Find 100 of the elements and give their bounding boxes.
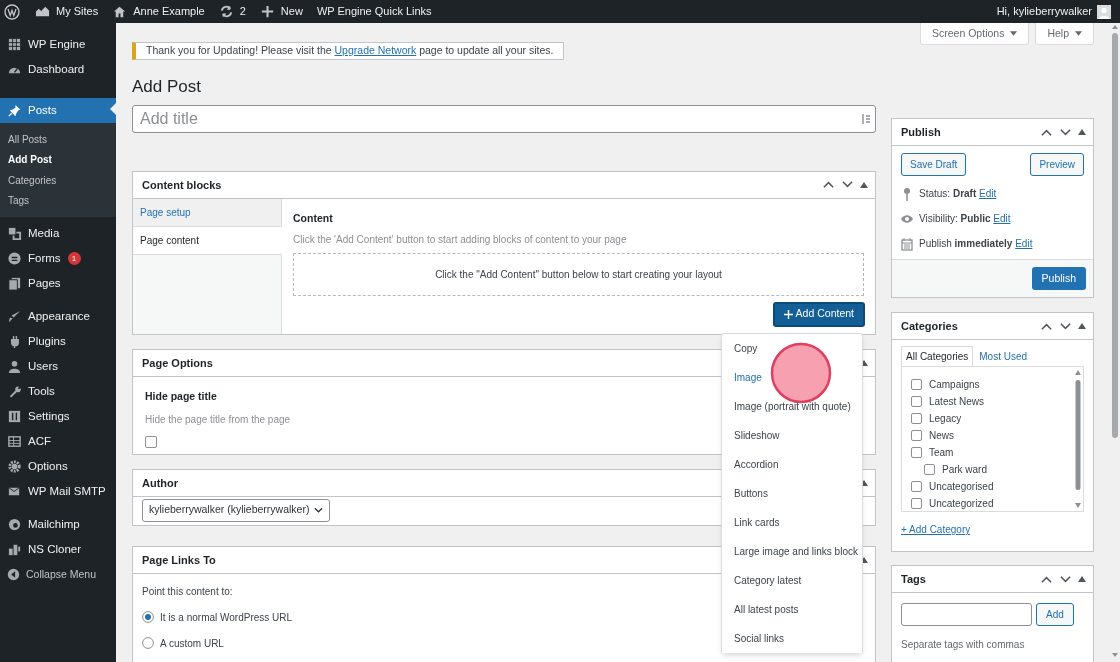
radio-button[interactable] (142, 611, 154, 624)
admin-bar-link[interactable]: Anne Example (133, 3, 205, 20)
edit-link[interactable]: Edit (979, 188, 997, 199)
submenu-item[interactable]: Categories (0, 170, 116, 191)
refresh-icon (218, 4, 234, 19)
panel-title: Page Links To (142, 552, 216, 568)
title-field[interactable]: Add title (132, 104, 876, 133)
menu-item[interactable]: Image (portrait with quote) (722, 391, 862, 421)
menu-item[interactable]: Category latest (722, 565, 862, 595)
menu-item[interactable]: Copy (722, 333, 862, 363)
sidebar-item[interactable]: Pages (0, 271, 116, 296)
checkbox[interactable] (924, 464, 935, 475)
screen-tab-button[interactable]: Screen Options (920, 23, 1030, 45)
collapse-toggle-icon[interactable] (1078, 576, 1086, 582)
publish-setting: Visibility: Public Edit (919, 212, 1011, 226)
checkbox[interactable] (911, 413, 922, 424)
sidebar-item[interactable]: WP Mail SMTP (0, 479, 116, 504)
field-label: Point this content to: (142, 584, 233, 599)
sidebar-item[interactable]: Posts (0, 98, 116, 123)
checkbox[interactable] (911, 379, 922, 390)
menu-item[interactable]: Large image and links block (722, 536, 862, 566)
submenu-item[interactable]: All Posts (0, 129, 116, 150)
edit-link[interactable]: Edit (993, 213, 1011, 224)
caret-icon (1010, 31, 1018, 36)
menu-item[interactable]: Link cards (722, 507, 862, 537)
menu-item[interactable]: Slideshow (722, 420, 862, 450)
radio-button[interactable] (142, 637, 154, 650)
sidebar-item[interactable]: NS Cloner (0, 537, 116, 562)
submenu-item[interactable]: Add Post (0, 149, 116, 170)
edit-link[interactable]: Edit (1015, 238, 1033, 249)
sidebar-item[interactable]: Settings (0, 404, 116, 429)
checkbox[interactable] (911, 396, 922, 407)
page-title: Add Post (132, 75, 201, 98)
user-icon (7, 359, 22, 374)
sidebar-item[interactable]: Users (0, 354, 116, 379)
collapse-menu-button[interactable]: Collapse Menu (0, 562, 116, 587)
user-greeting[interactable]: Hi, kylieberrywalker (996, 3, 1092, 20)
category-label: Campaigns (929, 378, 980, 392)
category-tab[interactable]: All Categories (901, 346, 974, 366)
panel-title: Tags (901, 571, 926, 587)
menu-item[interactable]: Image (722, 362, 862, 392)
field-hint: Click the 'Add Content' button to start adding blocks of content to your page (293, 232, 627, 247)
add-content-button[interactable]: Add Content (772, 301, 865, 327)
checkbox[interactable] (911, 447, 922, 458)
menu-item[interactable]: Buttons (722, 478, 862, 508)
checkbox[interactable] (911, 481, 922, 492)
radio-label: A custom URL (160, 636, 224, 651)
add-category-link[interactable]: + Add Category (901, 522, 971, 537)
sidebar-item[interactable]: Tools (0, 379, 116, 404)
sidebar-item[interactable]: Plugins (0, 329, 116, 354)
collapse-icon (7, 568, 20, 581)
category-label: Latest News (929, 395, 985, 409)
sidebar-item[interactable]: Forms 1 (0, 246, 116, 271)
field-label: Content (293, 210, 333, 226)
admin-bar-link[interactable]: 2 (239, 3, 246, 20)
preview-button[interactable]: Preview (1030, 153, 1084, 176)
checkbox[interactable] (145, 435, 157, 448)
save-draft-button[interactable]: Save Draft (901, 153, 967, 176)
upgrade-link[interactable]: Upgrade Network (334, 44, 417, 56)
block-tab[interactable]: Page content (133, 226, 282, 255)
author-select[interactable]: kylieberrywalker (kylieberrywalker) (142, 498, 331, 522)
pin-icon (901, 186, 913, 201)
sidebar-item[interactable]: Appearance (0, 304, 116, 329)
collapse-toggle-icon[interactable] (860, 556, 868, 563)
menu-item[interactable]: Accordion (722, 449, 862, 479)
sidebar-item[interactable]: Dashboard (0, 57, 116, 82)
wordpress-logo-icon[interactable] (4, 3, 20, 20)
tag-input[interactable] (901, 603, 1032, 626)
avatar-icon[interactable] (1097, 4, 1111, 19)
checkbox[interactable] (911, 498, 922, 509)
collapse-toggle-icon[interactable] (860, 479, 868, 486)
admin-bar-link[interactable]: My Sites (56, 3, 99, 20)
screen-tab-button[interactable]: Help (1035, 23, 1094, 45)
blocks-icon (7, 542, 22, 557)
category-label: Legacy (929, 412, 962, 426)
add-tag-button[interactable]: Add (1036, 603, 1074, 626)
collapse-toggle-icon[interactable] (1078, 323, 1086, 329)
checkbox[interactable] (911, 430, 922, 441)
category-tab[interactable]: Most Used (973, 346, 1034, 366)
collapse-toggle-icon[interactable] (860, 359, 868, 366)
submenu-item[interactable]: Tags (0, 190, 116, 211)
sidebar-item[interactable]: Media (0, 221, 116, 246)
admin-bar-link[interactable]: New (280, 3, 303, 20)
block-tab[interactable]: Page setup (133, 198, 281, 227)
home-icon (112, 4, 128, 19)
sidebar-item[interactable]: Options (0, 454, 116, 479)
gear-icon (7, 459, 22, 474)
radio-label: It is a normal WordPress URL (160, 610, 293, 625)
collapse-toggle-icon[interactable] (1078, 129, 1086, 135)
collapse-toggle-icon[interactable] (860, 181, 868, 188)
plus-icon (259, 4, 275, 19)
panel-title: Author (142, 475, 179, 491)
menu-item[interactable]: All latest posts (722, 594, 862, 624)
admin-bar-link[interactable]: WP Engine Quick Links (316, 3, 432, 20)
field-hint: Separate tags with commas (901, 638, 1025, 652)
publish-button[interactable]: Publish (1031, 267, 1086, 290)
sidebar-item[interactable]: ACF (0, 429, 116, 454)
menu-item[interactable]: Social links (722, 623, 862, 653)
sidebar-item[interactable]: Mailchimp (0, 512, 116, 537)
sidebar-item[interactable]: WP Engine (0, 32, 116, 57)
